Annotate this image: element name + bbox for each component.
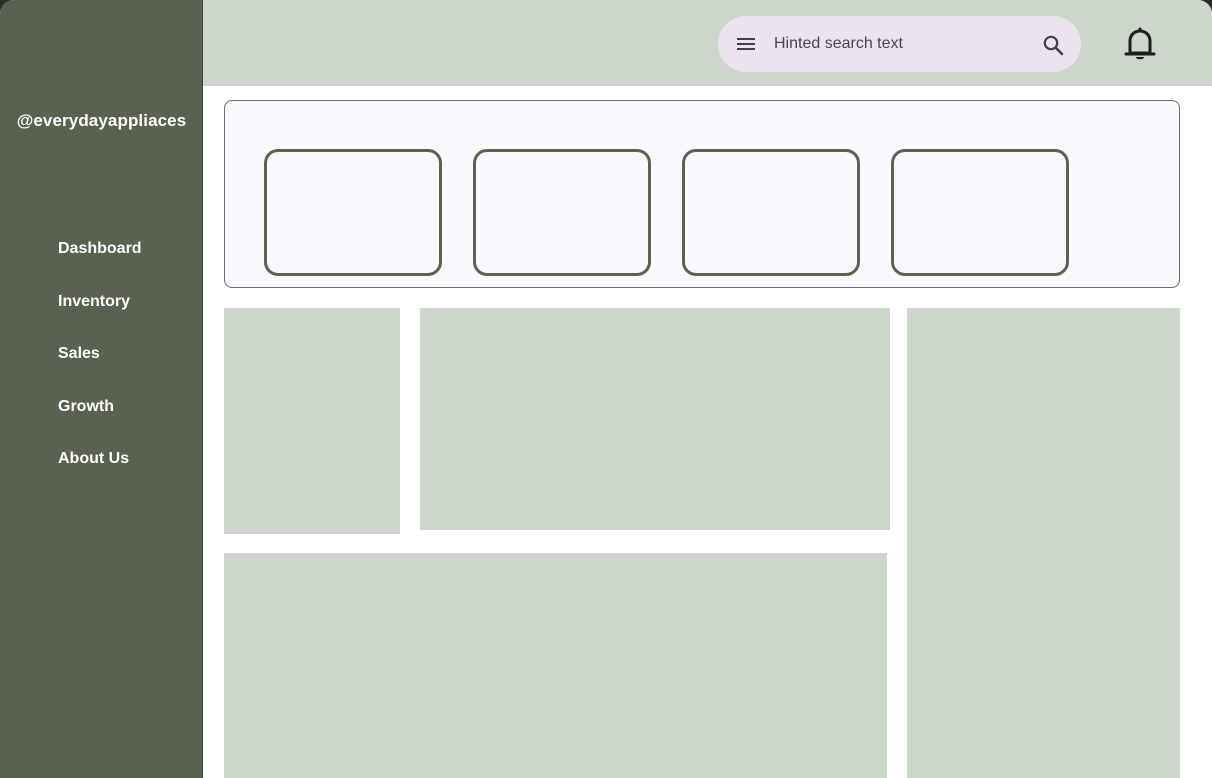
sidebar: @everydayappliaces Dashboard Inventory S… [0, 0, 203, 778]
sidebar-item-dashboard[interactable]: Dashboard [58, 239, 142, 292]
widget-placeholder-wide [224, 553, 887, 778]
stat-card[interactable] [682, 149, 860, 276]
sidebar-nav: Dashboard Inventory Sales Growth About U… [58, 239, 142, 502]
widget-placeholder-tall [907, 308, 1180, 778]
app-window: @everydayappliaces Dashboard Inventory S… [0, 0, 1212, 778]
brand-handle: @everydayappliaces [16, 111, 187, 130]
top-bar [203, 0, 1212, 86]
widget-placeholder-medium [420, 308, 890, 530]
stats-panel [224, 100, 1180, 288]
sidebar-item-about-us[interactable]: About Us [58, 449, 142, 502]
menu-icon[interactable] [736, 36, 756, 52]
sidebar-item-growth[interactable]: Growth [58, 397, 142, 450]
sidebar-item-inventory[interactable]: Inventory [58, 292, 142, 345]
search-icon[interactable] [1042, 34, 1064, 56]
stat-card[interactable] [473, 149, 651, 276]
stat-card[interactable] [891, 149, 1069, 276]
bell-icon[interactable] [1123, 26, 1157, 62]
stat-card[interactable] [264, 149, 442, 276]
search-bar[interactable] [718, 16, 1081, 72]
search-input[interactable] [774, 32, 1024, 56]
sidebar-item-sales[interactable]: Sales [58, 344, 142, 397]
widget-placeholder-small [224, 308, 400, 534]
